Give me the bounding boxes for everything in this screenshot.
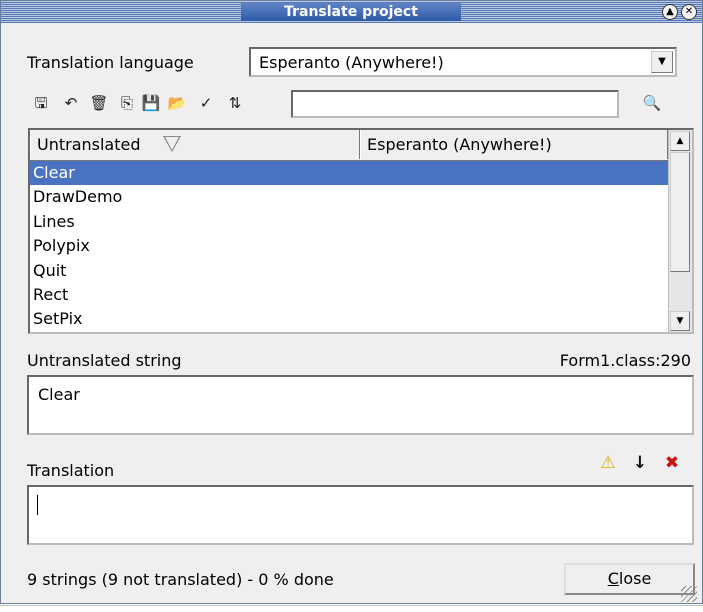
clear-x-icon[interactable]: ✖: [662, 453, 682, 473]
table-row[interactable]: Lines: [30, 210, 668, 234]
close-button-mnemonic: C: [607, 569, 619, 588]
table-row[interactable]: Quit: [30, 259, 668, 283]
table-row[interactable]: SetPix: [30, 307, 668, 331]
scroll-up-icon[interactable]: ▲: [670, 131, 690, 151]
scrollbar-thumb[interactable]: [670, 152, 690, 272]
translation-label: Translation: [27, 461, 115, 480]
sort-icon[interactable]: ⇅: [225, 93, 245, 113]
close-button-label: lose: [618, 569, 652, 588]
table-row[interactable]: Rect: [30, 283, 668, 307]
title-bar[interactable]: Translate project ▲ ✕: [1, 1, 702, 23]
close-window-icon[interactable]: ✕: [681, 4, 697, 20]
column-header-label: Untranslated: [37, 135, 141, 154]
column-header-language[interactable]: Esperanto (Anywhere!): [360, 130, 668, 159]
column-header-untranslated[interactable]: Untranslated: [30, 130, 360, 159]
delete-icon[interactable]: 🗑: [89, 93, 109, 113]
translation-language-value: Esperanto (Anywhere!): [259, 53, 444, 72]
column-header-label: Esperanto (Anywhere!): [367, 135, 552, 154]
table-row[interactable]: Polypix: [30, 234, 668, 258]
translation-language-select[interactable]: Esperanto (Anywhere!) ▼: [249, 47, 677, 77]
search-input[interactable]: [291, 90, 619, 118]
sort-descending-icon: [163, 136, 181, 152]
table-rows: Clear DrawDemo Lines Polypix Quit Rect S…: [30, 161, 668, 332]
binoculars-icon[interactable]: 🔍: [639, 92, 665, 114]
undo-icon[interactable]: ↶: [61, 93, 81, 113]
bottom-divider: [0, 605, 703, 606]
shade-window-icon[interactable]: ▲: [662, 4, 678, 20]
window-title: Translate project: [241, 3, 461, 21]
status-text: 9 strings (9 not translated) - 0 % done: [27, 570, 334, 589]
open-folder-icon[interactable]: 📂: [167, 93, 187, 113]
translation-field[interactable]: [27, 485, 694, 545]
untranslated-string-value: Clear: [38, 385, 80, 404]
arrow-down-icon[interactable]: ↓: [630, 453, 650, 473]
close-button[interactable]: Close: [564, 563, 695, 595]
scroll-down-icon[interactable]: ▼: [670, 311, 690, 331]
save-all-icon[interactable]: 🖫: [31, 93, 51, 113]
vertical-scrollbar[interactable]: ▲ ▼: [668, 130, 692, 332]
warning-icon[interactable]: ⚠: [598, 453, 618, 473]
untranslated-string-field[interactable]: Clear: [27, 375, 694, 435]
table-header: Untranslated Esperanto (Anywhere!): [30, 130, 668, 161]
verify-icon[interactable]: ✓: [196, 93, 216, 113]
untranslated-string-label: Untranslated string: [27, 351, 182, 370]
copy-icon[interactable]: ⎘: [117, 93, 137, 113]
resize-grip-icon[interactable]: [681, 586, 697, 602]
translate-project-window: Translate project ▲ ✕ Translation langua…: [0, 0, 703, 604]
table-row[interactable]: Clear: [30, 161, 668, 186]
table-row[interactable]: DrawDemo: [30, 185, 668, 209]
strings-table: Untranslated Esperanto (Anywhere!) Clear…: [28, 128, 694, 334]
floppy-icon[interactable]: 💾: [141, 93, 161, 113]
chevron-down-icon[interactable]: ▼: [651, 51, 673, 73]
source-location: Form1.class:290: [559, 351, 691, 370]
text-caret: [37, 495, 38, 515]
translation-language-label: Translation language: [27, 53, 194, 72]
